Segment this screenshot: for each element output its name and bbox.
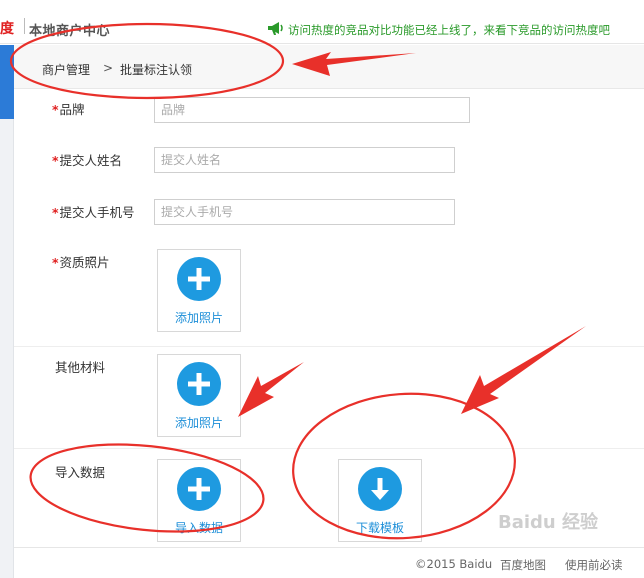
plus-icon	[177, 362, 221, 406]
required-mark: *	[52, 205, 59, 220]
pre-use-guide-link[interactable]: 使用前必读	[565, 557, 623, 573]
annotation-arrow-other	[238, 362, 304, 417]
feature-notice-link[interactable]: 访问热度的竞品对比功能已经上线了，来看下竞品的访问热度吧	[288, 22, 610, 38]
submitter-name-label: *提交人姓名	[52, 153, 123, 168]
other-materials-label: 其他材料	[55, 360, 106, 375]
required-mark: *	[52, 255, 59, 270]
add-photo-caption: 添加照片	[174, 416, 223, 430]
sidebar-active-item[interactable]	[0, 45, 14, 119]
download-icon	[358, 467, 402, 511]
row-divider	[14, 448, 644, 449]
add-photo-caption: 添加照片	[174, 311, 223, 325]
required-mark: *	[52, 102, 59, 117]
top-header: 度 本地商户中心 访问热度的竞品对比功能已经上线了，来看下竞品的访问热度吧	[0, 0, 644, 44]
left-sidebar	[0, 45, 14, 578]
add-other-material-button[interactable]: 添加照片	[157, 354, 241, 437]
add-qualification-photo-button[interactable]: 添加照片	[157, 249, 241, 332]
baidu-logo[interactable]: 度	[0, 18, 14, 38]
baidu-map-link[interactable]: 百度地图	[500, 557, 546, 573]
submitter-name-input[interactable]	[154, 147, 455, 173]
page-footer: ©2015 Baidu 百度地图 使用前必读	[14, 547, 644, 578]
download-template-button[interactable]: 下载模板	[338, 459, 422, 542]
download-template-caption: 下载模板	[355, 521, 404, 535]
import-data-caption: 导入数据	[174, 521, 223, 535]
breadcrumb-merchant-management[interactable]: 商户管理	[42, 61, 90, 78]
qualification-photo-label: *资质照片	[52, 255, 110, 270]
plus-icon	[177, 467, 221, 511]
import-data-label: 导入数据	[55, 465, 106, 480]
submitter-phone-label: *提交人手机号	[52, 205, 135, 220]
copyright-text: ©2015 Baidu	[415, 557, 493, 571]
megaphone-icon	[267, 20, 285, 36]
brand-input[interactable]	[154, 97, 470, 123]
submitter-phone-input[interactable]	[154, 199, 455, 225]
logo-divider	[24, 18, 25, 34]
plus-icon	[177, 257, 221, 301]
app-title[interactable]: 本地商户中心	[29, 20, 110, 39]
required-mark: *	[52, 153, 59, 168]
breadcrumb: 商户管理 > 批量标注认领	[14, 45, 644, 89]
annotation-arrow-download	[461, 326, 586, 414]
row-divider	[14, 346, 644, 347]
breadcrumb-batch-claim: 批量标注认领	[120, 63, 193, 77]
breadcrumb-separator: >	[103, 61, 114, 75]
import-data-button[interactable]: 导入数据	[157, 459, 241, 542]
baidu-jingyan-watermark: Baidu 经验	[498, 512, 599, 533]
brand-label: *品牌	[52, 102, 85, 117]
